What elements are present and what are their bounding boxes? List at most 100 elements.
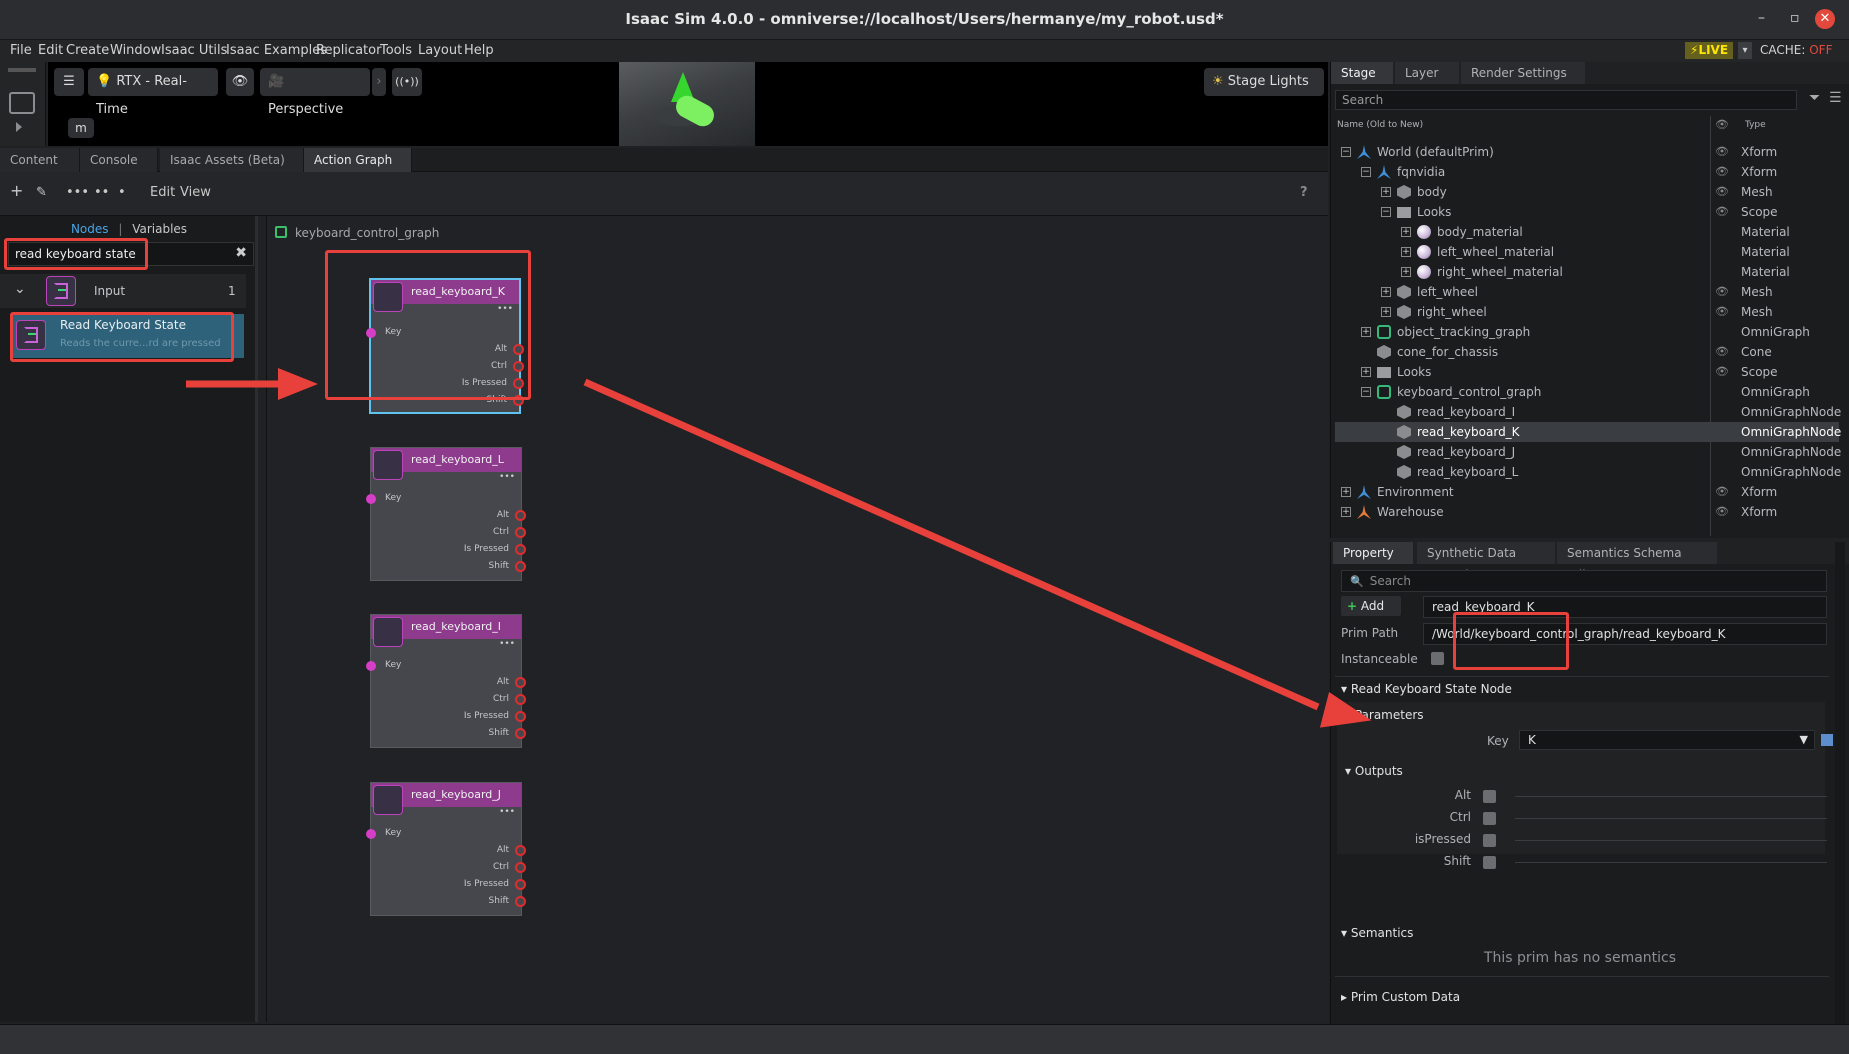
is-pressed-output-pin[interactable] <box>515 879 526 890</box>
ctrl-output-pin[interactable] <box>515 527 526 538</box>
visibility-icon[interactable]: 👁 <box>1715 282 1729 302</box>
ctrl-output-pin[interactable] <box>515 862 526 873</box>
ctrl-output-pin[interactable] <box>515 694 526 705</box>
tree-row[interactable]: + left_wheel_material Material <box>1335 242 1839 262</box>
menu-layout[interactable]: Layout <box>418 43 462 58</box>
tab-console[interactable]: Console <box>80 148 158 172</box>
tree-row[interactable]: cone_for_chassis 👁 Cone <box>1335 342 1839 362</box>
tree-row[interactable]: read_keyboard_K OmniGraphNode <box>1335 422 1841 442</box>
collapse-icon[interactable]: − <box>1381 207 1391 217</box>
more-icon[interactable]: ••• <box>499 639 515 649</box>
menu-replicator[interactable]: Replicator <box>316 43 381 58</box>
tab-content[interactable]: Content <box>0 148 80 172</box>
shift-output-pin[interactable] <box>515 728 526 739</box>
visibility-icon[interactable]: 👁 <box>1715 142 1729 162</box>
variables-tab[interactable]: Variables <box>132 222 187 236</box>
property-search-input[interactable]: 🔍 Search <box>1341 570 1827 592</box>
tree-row[interactable]: read_keyboard_L OmniGraphNode <box>1335 462 1841 482</box>
key-input-pin[interactable] <box>366 829 376 839</box>
expand-icon[interactable]: + <box>1341 487 1351 497</box>
visibility-icon[interactable]: 👁 <box>1715 302 1729 322</box>
expand-icon[interactable]: + <box>1401 247 1411 257</box>
collapse-icon[interactable]: − <box>1361 387 1371 397</box>
collapse-icon[interactable]: − <box>1361 167 1371 177</box>
expand-icon[interactable]: + <box>1401 227 1411 237</box>
stage-search-input[interactable]: Search <box>1335 90 1797 110</box>
tab-property[interactable]: Property <box>1333 542 1413 564</box>
key-input-pin[interactable] <box>366 494 376 504</box>
tree-row[interactable]: + Warehouse 👁 Xform <box>1335 502 1839 522</box>
tree-row[interactable]: read_keyboard_I OmniGraphNode <box>1335 402 1841 422</box>
tree-row[interactable]: + right_wheel 👁 Mesh <box>1335 302 1839 322</box>
alt-output-pin[interactable] <box>515 677 526 688</box>
custom-data-header[interactable]: ▸ Prim Custom Data <box>1341 990 1460 1004</box>
view-menu[interactable]: View <box>180 185 211 200</box>
tree-row[interactable]: − Looks 👁 Scope <box>1335 202 1839 222</box>
key-input-pin[interactable] <box>366 661 376 671</box>
more-icon[interactable]: ••• <box>499 472 515 482</box>
output-ctrl-checkbox[interactable] <box>1483 812 1496 825</box>
expand-icon[interactable]: + <box>1361 327 1371 337</box>
eye-icon[interactable]: 👁 <box>226 68 254 96</box>
select-tool-icon[interactable] <box>9 92 35 114</box>
output-alt-checkbox[interactable] <box>1483 790 1496 803</box>
maximize-button[interactable]: ▫ <box>1790 10 1800 26</box>
expand-icon[interactable]: + <box>1381 187 1391 197</box>
menu-help[interactable]: Help <box>464 43 494 58</box>
group-input[interactable]: ⌄ Input 1 <box>0 274 246 308</box>
signal-icon[interactable]: ((•)) <box>392 68 422 96</box>
cache-status[interactable]: CACHE: OFF <box>1760 43 1832 57</box>
dot-icon[interactable]: • <box>118 185 126 200</box>
tree-row[interactable]: + left_wheel 👁 Mesh <box>1335 282 1839 302</box>
tree-row[interactable]: + body 👁 Mesh <box>1335 182 1839 202</box>
nodes-tab[interactable]: Nodes <box>71 222 109 236</box>
expand-icon[interactable]: + <box>1381 287 1391 297</box>
menu-edit[interactable]: Edit <box>38 43 63 58</box>
shift-output-pin[interactable] <box>515 896 526 907</box>
chevron-down-icon[interactable]: ⌄ <box>14 281 26 297</box>
visibility-icon[interactable]: 👁 <box>1715 482 1729 502</box>
collapse-icon[interactable]: − <box>1341 147 1351 157</box>
settings-sliders-icon[interactable]: ☰ <box>54 68 84 96</box>
expand-icon[interactable]: + <box>1361 367 1371 377</box>
output-shift-checkbox[interactable] <box>1483 856 1496 869</box>
more-icon[interactable]: ••• <box>499 807 515 817</box>
menu-window[interactable]: Window <box>110 43 161 58</box>
visibility-icon[interactable]: 👁 <box>1715 182 1729 202</box>
chevron-right-icon[interactable]: › <box>372 68 386 96</box>
menu-icon[interactable]: ☰ <box>1829 90 1842 106</box>
filter-icon[interactable]: ⏷ <box>1809 90 1820 106</box>
is-pressed-output-pin[interactable] <box>515 711 526 722</box>
node-section-header[interactable]: ▾ Read Keyboard State Node <box>1341 682 1512 696</box>
graph-node-read-keyboard-j[interactable]: read_keyboard_J ••• Key Alt Ctrl Is Pres… <box>366 782 526 916</box>
menu-create[interactable]: Create <box>66 43 109 58</box>
is-pressed-output-pin[interactable] <box>515 544 526 555</box>
menu-tools[interactable]: Tools <box>380 43 412 58</box>
clear-icon[interactable]: ✖ <box>235 245 247 261</box>
visibility-icon[interactable]: 👁 <box>1715 202 1729 222</box>
alt-output-pin[interactable] <box>515 510 526 521</box>
property-scrollbar[interactable] <box>1835 542 1845 1024</box>
tree-row[interactable]: − fqnvidia 👁 Xform <box>1335 162 1839 182</box>
add-button[interactable]: + Add <box>1341 596 1401 616</box>
graph-canvas[interactable]: keyboard_control_graph read_keyboard_K •… <box>266 216 1328 1022</box>
visibility-icon[interactable]: 👁 <box>1715 362 1729 382</box>
visibility-icon[interactable]: 👁 <box>1715 162 1729 182</box>
more-icon[interactable]: ••• <box>66 185 89 200</box>
tree-row[interactable]: read_keyboard_J OmniGraphNode <box>1335 442 1841 462</box>
tab-stage[interactable]: Stage <box>1331 62 1393 84</box>
close-button[interactable]: ✕ <box>1815 9 1835 29</box>
graph-node-read-keyboard-l[interactable]: read_keyboard_L ••• Key Alt Ctrl Is Pres… <box>366 447 526 581</box>
camera-button[interactable]: 🎥 Perspective <box>260 68 370 117</box>
tree-row[interactable]: − World (defaultPrim) 👁 Xform <box>1335 142 1839 162</box>
tab-synthetic-data-recorder[interactable]: Synthetic Data Recorder <box>1417 542 1555 582</box>
viewport[interactable]: ☰ 💡 RTX - Real-Time 👁 🎥 Perspective › ((… <box>48 62 1328 146</box>
menu-file[interactable]: File <box>10 43 32 58</box>
instanceable-checkbox[interactable] <box>1431 652 1444 665</box>
add-icon[interactable]: + <box>10 181 23 200</box>
graph-node-read-keyboard-i[interactable]: read_keyboard_I ••• Key Alt Ctrl Is Pres… <box>366 614 526 748</box>
semantics-header[interactable]: ▾ Semantics <box>1341 926 1413 940</box>
tab-layer[interactable]: Layer <box>1395 62 1459 84</box>
output-ispressed-checkbox[interactable] <box>1483 834 1496 847</box>
play-icon[interactable] <box>16 122 22 132</box>
